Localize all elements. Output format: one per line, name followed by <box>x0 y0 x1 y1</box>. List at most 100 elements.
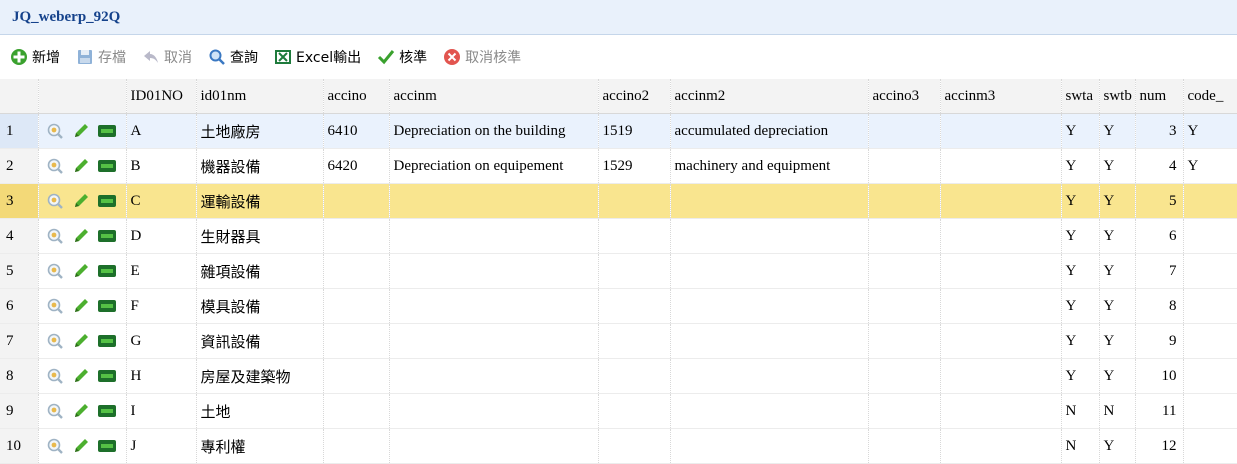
cell-num[interactable]: 9 <box>1135 323 1184 359</box>
cell-num[interactable]: 4 <box>1135 148 1184 184</box>
header-accinm3[interactable]: accinm3 <box>940 79 1062 114</box>
cell-accino[interactable] <box>323 358 390 394</box>
cell-swtb[interactable]: Y <box>1099 428 1136 464</box>
cell-accino2[interactable]: 1519 <box>598 113 671 149</box>
cell-num[interactable]: 6 <box>1135 218 1184 254</box>
cell-code[interactable] <box>1183 323 1237 359</box>
delete-icon[interactable] <box>97 226 117 246</box>
cell-id[interactable]: I <box>126 393 197 429</box>
cell-swtb[interactable]: Y <box>1099 183 1136 219</box>
cell-accino[interactable] <box>323 218 390 254</box>
cell-accino2[interactable] <box>598 253 671 289</box>
delete-icon[interactable] <box>97 156 117 176</box>
cell-accinm[interactable] <box>389 218 599 254</box>
cell-swta[interactable]: Y <box>1061 113 1100 149</box>
cell-accino2[interactable]: 1529 <box>598 148 671 184</box>
cell-swta[interactable]: Y <box>1061 218 1100 254</box>
cell-id[interactable]: F <box>126 288 197 324</box>
cell-accinm3[interactable] <box>940 218 1062 254</box>
cell-accinm2[interactable] <box>670 358 869 394</box>
cell-accino3[interactable] <box>868 148 941 184</box>
cell-accinm3[interactable] <box>940 113 1062 149</box>
unapprove-button[interactable]: 取消核準 <box>443 47 521 67</box>
cell-accino3[interactable] <box>868 218 941 254</box>
table-row[interactable]: 1 A 土地廠房 6410 Depreciation on the building 15… <box>0 113 1237 149</box>
delete-icon[interactable] <box>97 261 117 281</box>
cell-accinm2[interactable] <box>670 253 869 289</box>
cell-accino2[interactable] <box>598 323 671 359</box>
cell-accinm2[interactable] <box>670 183 869 219</box>
delete-icon[interactable] <box>97 296 117 316</box>
cell-num[interactable]: 7 <box>1135 253 1184 289</box>
cell-accinm2[interactable] <box>670 393 869 429</box>
cell-accino3[interactable] <box>868 113 941 149</box>
view-icon[interactable] <box>45 401 65 421</box>
cell-nm[interactable]: 土地 <box>196 393 324 429</box>
cell-swtb[interactable]: Y <box>1099 253 1136 289</box>
cell-swtb[interactable]: Y <box>1099 218 1136 254</box>
cell-num[interactable]: 5 <box>1135 183 1184 219</box>
cell-accino2[interactable] <box>598 218 671 254</box>
cell-accino[interactable] <box>323 323 390 359</box>
add-button[interactable]: 新增 <box>10 47 60 67</box>
cell-accinm[interactable]: Depreciation on equipement <box>389 148 599 184</box>
header-accino2[interactable]: accino2 <box>598 79 671 114</box>
edit-icon[interactable] <box>71 366 91 386</box>
cell-accinm[interactable] <box>389 253 599 289</box>
cell-nm[interactable]: 資訊設備 <box>196 323 324 359</box>
view-icon[interactable] <box>45 226 65 246</box>
cell-id[interactable]: H <box>126 358 197 394</box>
delete-icon[interactable] <box>97 401 117 421</box>
cell-nm[interactable]: 土地廠房 <box>196 113 324 149</box>
cell-accino[interactable]: 6420 <box>323 148 390 184</box>
cancel-button[interactable]: 取消 <box>142 47 192 67</box>
cell-code[interactable] <box>1183 358 1237 394</box>
cell-swta[interactable]: Y <box>1061 323 1100 359</box>
cell-swtb[interactable]: Y <box>1099 113 1136 149</box>
cell-swta[interactable]: Y <box>1061 148 1100 184</box>
cell-code[interactable] <box>1183 428 1237 464</box>
cell-id[interactable]: J <box>126 428 197 464</box>
cell-accino3[interactable] <box>868 358 941 394</box>
cell-accinm2[interactable] <box>670 428 869 464</box>
edit-icon[interactable] <box>71 401 91 421</box>
cell-accinm3[interactable] <box>940 323 1062 359</box>
header-swtb[interactable]: swtb <box>1099 79 1136 114</box>
cell-num[interactable]: 8 <box>1135 288 1184 324</box>
cell-accinm[interactable] <box>389 358 599 394</box>
cell-accinm2[interactable] <box>670 323 869 359</box>
header-code[interactable]: code_ <box>1183 79 1237 114</box>
query-button[interactable]: 查詢 <box>208 47 258 67</box>
cell-accinm[interactable] <box>389 393 599 429</box>
table-row[interactable]: 5 E 雜項設備 Y Y 7 <box>0 253 1237 289</box>
edit-icon[interactable] <box>71 331 91 351</box>
cell-swta[interactable]: Y <box>1061 253 1100 289</box>
edit-icon[interactable] <box>71 191 91 211</box>
view-icon[interactable] <box>45 121 65 141</box>
cell-swta[interactable]: Y <box>1061 358 1100 394</box>
cell-num[interactable]: 3 <box>1135 113 1184 149</box>
cell-swtb[interactable]: Y <box>1099 288 1136 324</box>
cell-accino2[interactable] <box>598 428 671 464</box>
cell-accino2[interactable] <box>598 393 671 429</box>
cell-id[interactable]: C <box>126 183 197 219</box>
cell-swta[interactable]: N <box>1061 393 1100 429</box>
cell-num[interactable]: 10 <box>1135 358 1184 394</box>
cell-accino3[interactable] <box>868 288 941 324</box>
view-icon[interactable] <box>45 366 65 386</box>
cell-accinm3[interactable] <box>940 253 1062 289</box>
view-icon[interactable] <box>45 261 65 281</box>
cell-accinm2[interactable] <box>670 288 869 324</box>
cell-accino2[interactable] <box>598 183 671 219</box>
cell-code[interactable] <box>1183 183 1237 219</box>
cell-num[interactable]: 12 <box>1135 428 1184 464</box>
table-row[interactable]: 8 H 房屋及建築物 Y Y 10 <box>0 358 1237 394</box>
cell-accino3[interactable] <box>868 393 941 429</box>
table-row[interactable]: 9 I 土地 N N 11 <box>0 393 1237 429</box>
header-accinm2[interactable]: accinm2 <box>670 79 869 114</box>
cell-accino3[interactable] <box>868 323 941 359</box>
cell-num[interactable]: 11 <box>1135 393 1184 429</box>
cell-nm[interactable]: 生財器具 <box>196 218 324 254</box>
edit-icon[interactable] <box>71 436 91 456</box>
table-row[interactable]: 2 B 機器設備 6420 Depreciation on equipement 1529… <box>0 148 1237 184</box>
